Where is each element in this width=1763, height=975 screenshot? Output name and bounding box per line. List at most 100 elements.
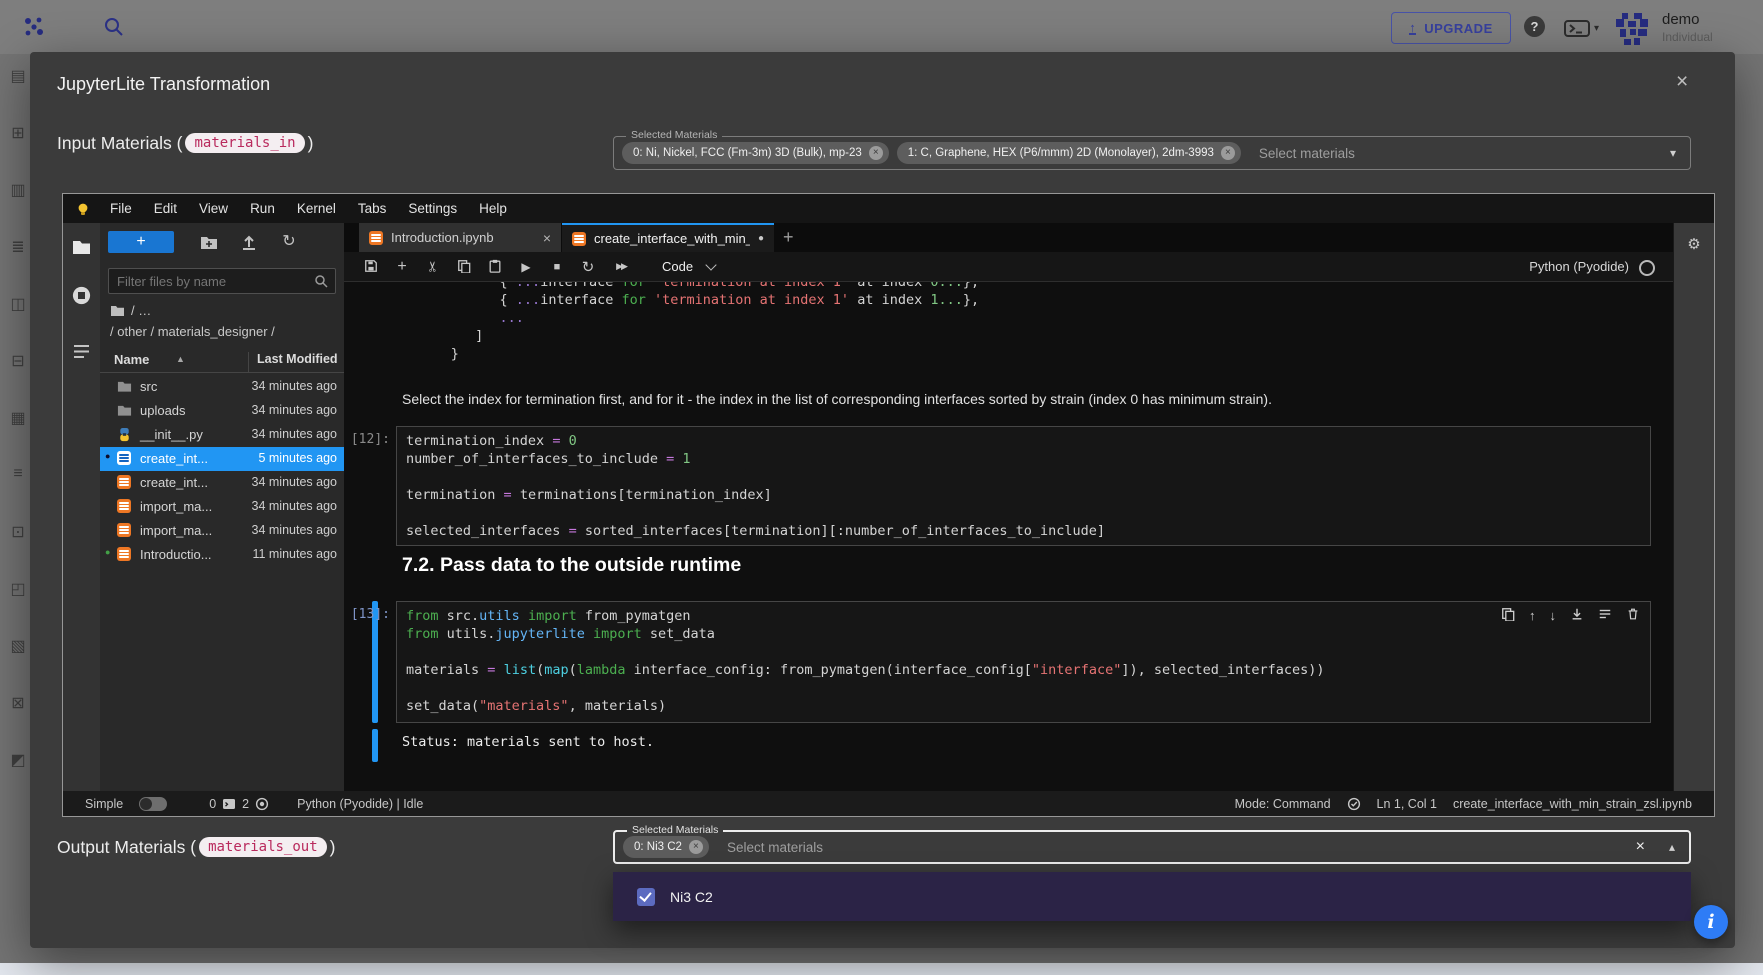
- kernel-status-icon[interactable]: [1639, 260, 1655, 276]
- running-sessions-tab-icon[interactable]: [71, 285, 92, 306]
- menu-help[interactable]: Help: [468, 194, 518, 223]
- cell-output-scrolled: { ...interface for 'termination at index…: [402, 282, 979, 363]
- file-row[interactable]: import_ma...34 minutes ago: [100, 495, 344, 519]
- upload-files-icon[interactable]: [240, 233, 258, 251]
- menu-file[interactable]: File: [99, 194, 143, 223]
- command-mode-indicator[interactable]: Mode: Command: [1235, 797, 1331, 811]
- code-line: selected_interfaces = sorted_interfaces[…: [406, 522, 1641, 540]
- new-folder-icon[interactable]: [200, 233, 218, 251]
- kernel-name[interactable]: Python (Pyodide): [1529, 259, 1629, 274]
- run-cell-icon[interactable]: ▶: [518, 260, 534, 274]
- new-launcher-button[interactable]: +: [108, 231, 174, 253]
- kernel-status-text[interactable]: Python (Pyodide) | Idle: [297, 797, 423, 811]
- info-fab-button[interactable]: i: [1694, 905, 1728, 939]
- breadcrumb-ellipsis[interactable]: / …: [131, 303, 151, 318]
- dropdown-caret-up-icon[interactable]: ▴: [1669, 840, 1675, 854]
- move-cell-down-icon[interactable]: ↓: [1550, 608, 1557, 623]
- menu-run[interactable]: Run: [239, 194, 286, 223]
- checkbox-checked[interactable]: [637, 888, 655, 906]
- code-token: lambda: [577, 662, 626, 678]
- delete-cell-icon[interactable]: [1626, 607, 1640, 624]
- code-cell-12[interactable]: termination_index = 0number_of_interface…: [396, 426, 1651, 546]
- property-inspector-icon[interactable]: ⚙: [1674, 235, 1714, 253]
- menu-edit[interactable]: Edit: [143, 194, 188, 223]
- notebook-scroll-area[interactable]: { ...interface for 'termination at index…: [344, 282, 1673, 791]
- menu-tabs[interactable]: Tabs: [347, 194, 398, 223]
- simple-mode-toggle[interactable]: [139, 797, 167, 811]
- notebook-icon: [117, 451, 131, 465]
- format-cell-icon[interactable]: [1598, 607, 1612, 624]
- add-tab-button[interactable]: +: [783, 223, 794, 252]
- home-folder-icon[interactable]: [110, 304, 125, 317]
- remove-chip-icon[interactable]: ×: [869, 146, 883, 160]
- menu-view[interactable]: View: [188, 194, 239, 223]
- column-name[interactable]: Name: [114, 352, 149, 367]
- cell-type-value: Code: [662, 259, 693, 274]
- input-materials-select[interactable]: Selected Materials 0: Ni, Nickel, FCC (F…: [613, 136, 1691, 170]
- tab-create-interface-with-min-[interactable]: create_interface_with_min_●: [562, 223, 774, 252]
- cursor-position[interactable]: Ln 1, Col 1: [1377, 797, 1437, 811]
- file-row[interactable]: import_ma...34 minutes ago: [100, 519, 344, 543]
- breadcrumb-path[interactable]: / other / materials_designer /: [110, 324, 275, 339]
- code-token: from: [406, 626, 439, 642]
- unsaved-changes-dot-icon[interactable]: ●: [758, 233, 764, 244]
- interrupt-kernel-icon[interactable]: ■: [549, 261, 565, 273]
- file-row[interactable]: create_int...34 minutes ago: [100, 471, 344, 495]
- file-row[interactable]: ●Introductio...11 minutes ago: [100, 543, 344, 567]
- dropdown-caret-icon[interactable]: ▾: [1670, 146, 1676, 160]
- copy-cells-icon[interactable]: [456, 259, 472, 274]
- close-tab-icon[interactable]: ×: [543, 230, 551, 246]
- remove-chip-icon[interactable]: ×: [1221, 146, 1235, 160]
- menu-kernel[interactable]: Kernel: [286, 194, 347, 223]
- cell-type-dropdown[interactable]: Code: [662, 259, 715, 274]
- file-row[interactable]: __init__.py34 minutes ago: [100, 423, 344, 447]
- markdown-cell[interactable]: Select the index for termination first, …: [402, 391, 1642, 407]
- upgrade-button[interactable]: ↑ UPGRADE: [1391, 12, 1511, 44]
- table-of-contents-tab-icon[interactable]: [71, 341, 92, 362]
- output-materials-select[interactable]: Selected Materials 0: Ni3 C2× Select mat…: [613, 830, 1691, 864]
- document-tab-bar: Introduction.ipynb×create_interface_with…: [344, 223, 1673, 252]
- search-icon[interactable]: [103, 16, 125, 38]
- paste-cells-icon[interactable]: [487, 259, 503, 274]
- dropdown-option[interactable]: Ni3 C2: [613, 872, 1691, 921]
- sessions-group[interactable]: 0 2: [209, 797, 269, 811]
- output-select-placeholder: Select materials: [727, 840, 823, 855]
- material-chip[interactable]: 0: Ni, Nickel, FCC (Fm-3m) 3D (Bulk), mp…: [622, 142, 889, 164]
- move-cell-up-icon[interactable]: ↑: [1529, 608, 1536, 623]
- sort-ascending-icon[interactable]: ▲: [176, 354, 185, 364]
- file-row[interactable]: uploads34 minutes ago: [100, 399, 344, 423]
- file-row[interactable]: ●create_int...5 minutes ago: [100, 447, 344, 471]
- filter-search-icon: [314, 274, 328, 288]
- column-last-modified[interactable]: Last Modified: [248, 352, 338, 372]
- refresh-file-list-icon[interactable]: ↻: [280, 231, 298, 249]
- console-menu-button[interactable]: ▾: [1564, 20, 1599, 37]
- file-row[interactable]: src34 minutes ago: [100, 375, 344, 399]
- code-cell-13[interactable]: from src.utils import from_pymatgenfrom …: [396, 601, 1651, 723]
- duplicate-cell-icon[interactable]: [1501, 607, 1515, 624]
- save-icon[interactable]: [363, 259, 379, 274]
- help-button[interactable]: ?: [1524, 16, 1545, 37]
- file-browser-tab-icon[interactable]: [71, 237, 92, 258]
- material-chip[interactable]: 1: C, Graphene, HEX (P6/mmm) 2D (Monolay…: [897, 142, 1241, 164]
- tab-introduction-ipynb[interactable]: Introduction.ipynb×: [359, 223, 561, 252]
- app-logo-icon[interactable]: [22, 15, 48, 41]
- code-token: import: [528, 608, 577, 624]
- restart-kernel-icon[interactable]: ↻: [580, 258, 596, 276]
- breadcrumb-root[interactable]: / …: [110, 303, 151, 318]
- insert-cell-icon[interactable]: +: [394, 258, 410, 276]
- clear-selection-icon[interactable]: ×: [1636, 838, 1645, 856]
- code-token: termination: [406, 487, 504, 503]
- avatar[interactable]: [1612, 9, 1652, 49]
- remove-chip-icon[interactable]: ×: [689, 840, 703, 854]
- material-chip[interactable]: 0: Ni3 C2×: [623, 836, 709, 858]
- code-token: {: [402, 282, 516, 290]
- section-heading[interactable]: 7.2. Pass data to the outside runtime: [402, 554, 741, 577]
- menu-settings[interactable]: Settings: [397, 194, 468, 223]
- user-name[interactable]: demo: [1662, 11, 1700, 28]
- cut-cells-icon[interactable]: ✂: [425, 259, 442, 275]
- filter-files-input[interactable]: [109, 274, 314, 289]
- insert-cell-below-icon[interactable]: [1570, 607, 1584, 624]
- restart-run-all-icon[interactable]: ▶▶: [611, 261, 631, 272]
- close-dialog-icon[interactable]: ×: [1676, 70, 1688, 94]
- lightbulb-icon[interactable]: [76, 202, 90, 216]
